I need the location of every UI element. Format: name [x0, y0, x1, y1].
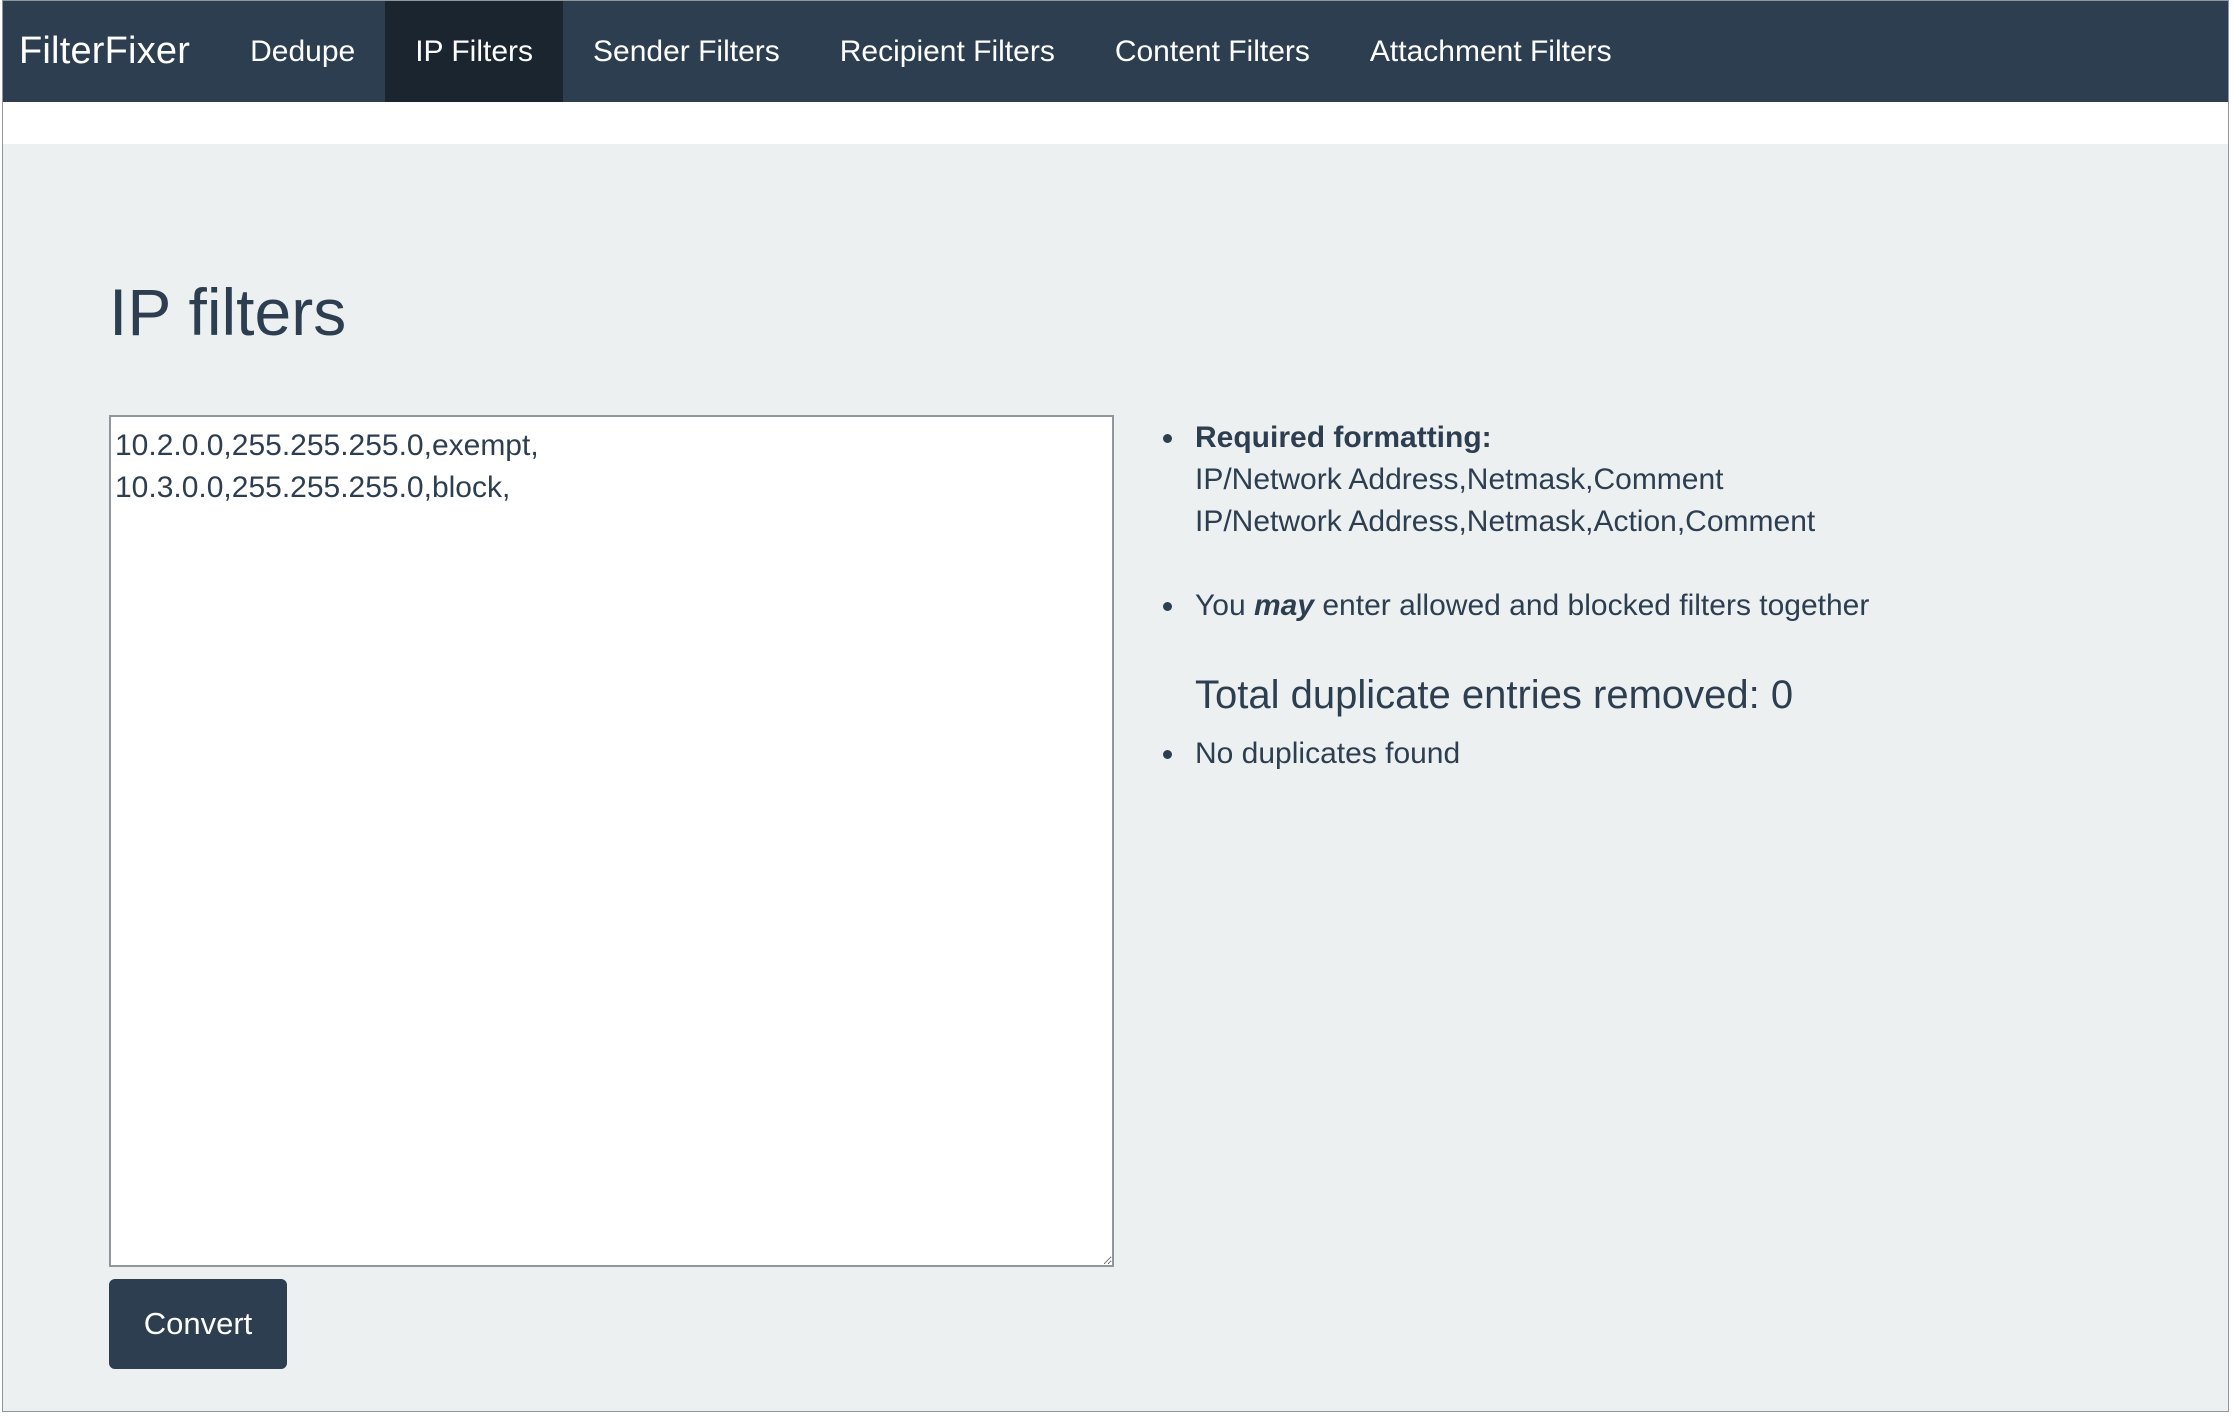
may-emphasis: may — [1253, 589, 1315, 622]
instructions-list: Required formatting: IP/Network Address,… — [1163, 417, 2163, 627]
nav-item-sender-filters[interactable]: Sender Filters — [563, 1, 810, 102]
app-frame: FilterFixer Dedupe IP Filters Sender Fil… — [2, 0, 2229, 1412]
may-prefix: You — [1195, 589, 1246, 622]
format-line-1: IP/Network Address,Netmask,Comment — [1195, 463, 1724, 496]
nav-item-attachment-filters[interactable]: Attachment Filters — [1340, 1, 1642, 102]
white-subbar — [3, 102, 2228, 144]
convert-button[interactable]: Convert — [109, 1279, 287, 1369]
may-suffix: enter allowed and blocked filters togeth… — [1322, 589, 1870, 622]
nav-item-content-filters[interactable]: Content Filters — [1085, 1, 1340, 102]
duplicates-status-item: No duplicates found — [1163, 733, 2163, 775]
nav-item-ip-filters[interactable]: IP Filters — [385, 1, 563, 102]
required-formatting-item: Required formatting: IP/Network Address,… — [1163, 417, 2163, 543]
required-formatting-label: Required formatting: — [1195, 421, 1492, 454]
may-enter-item: You may enter allowed and blocked filter… — [1163, 585, 2163, 627]
nav-item-dedupe[interactable]: Dedupe — [220, 1, 385, 102]
filter-input-textarea[interactable]: 10.2.0.0,255.255.255.0,exempt, 10.3.0.0,… — [109, 415, 1114, 1267]
total-duplicates-heading: Total duplicate entries removed: 0 — [1195, 673, 1794, 717]
top-navbar: FilterFixer Dedupe IP Filters Sender Fil… — [3, 1, 2228, 102]
brand-logo[interactable]: FilterFixer — [3, 1, 220, 102]
filter-input-wrapper: 10.2.0.0,255.255.255.0,exempt, 10.3.0.0,… — [109, 415, 1114, 1267]
page-title: IP filters — [109, 275, 347, 349]
nav-item-recipient-filters[interactable]: Recipient Filters — [810, 1, 1085, 102]
duplicates-list: No duplicates found — [1163, 733, 2163, 775]
format-line-2: IP/Network Address,Netmask,Action,Commen… — [1195, 505, 1816, 538]
info-panel: Required formatting: IP/Network Address,… — [1163, 417, 2163, 775]
